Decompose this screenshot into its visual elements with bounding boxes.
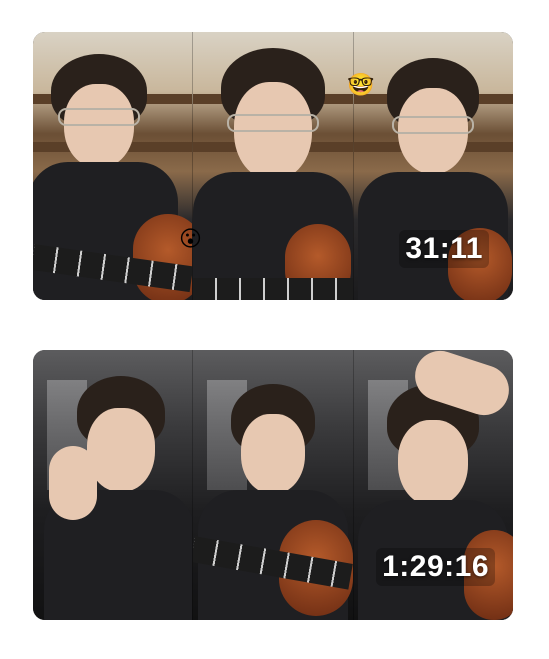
- glasses: [392, 116, 475, 134]
- glasses: [57, 108, 140, 126]
- thumbnail-frame: [33, 32, 193, 300]
- face: [240, 414, 305, 494]
- guitar-neck: [193, 278, 353, 300]
- face: [63, 84, 134, 168]
- thumbnail-frame: [192, 350, 353, 620]
- reaction-emoji: 😮: [179, 226, 202, 251]
- thumbnail-frame: [192, 32, 353, 300]
- video-list: 😮 🤓 31:11 1:29:16: [0, 0, 549, 659]
- video-duration: 31:11: [399, 230, 489, 268]
- waving-hand: [49, 446, 97, 520]
- face: [398, 420, 469, 506]
- video-duration: 1:29:16: [376, 548, 495, 586]
- reaction-emoji: 🤓: [347, 72, 375, 97]
- glasses: [226, 114, 319, 132]
- video-card[interactable]: 1:29:16: [33, 350, 513, 620]
- video-card[interactable]: 😮 🤓 31:11: [33, 32, 513, 300]
- thumbnail-frame: [33, 350, 193, 620]
